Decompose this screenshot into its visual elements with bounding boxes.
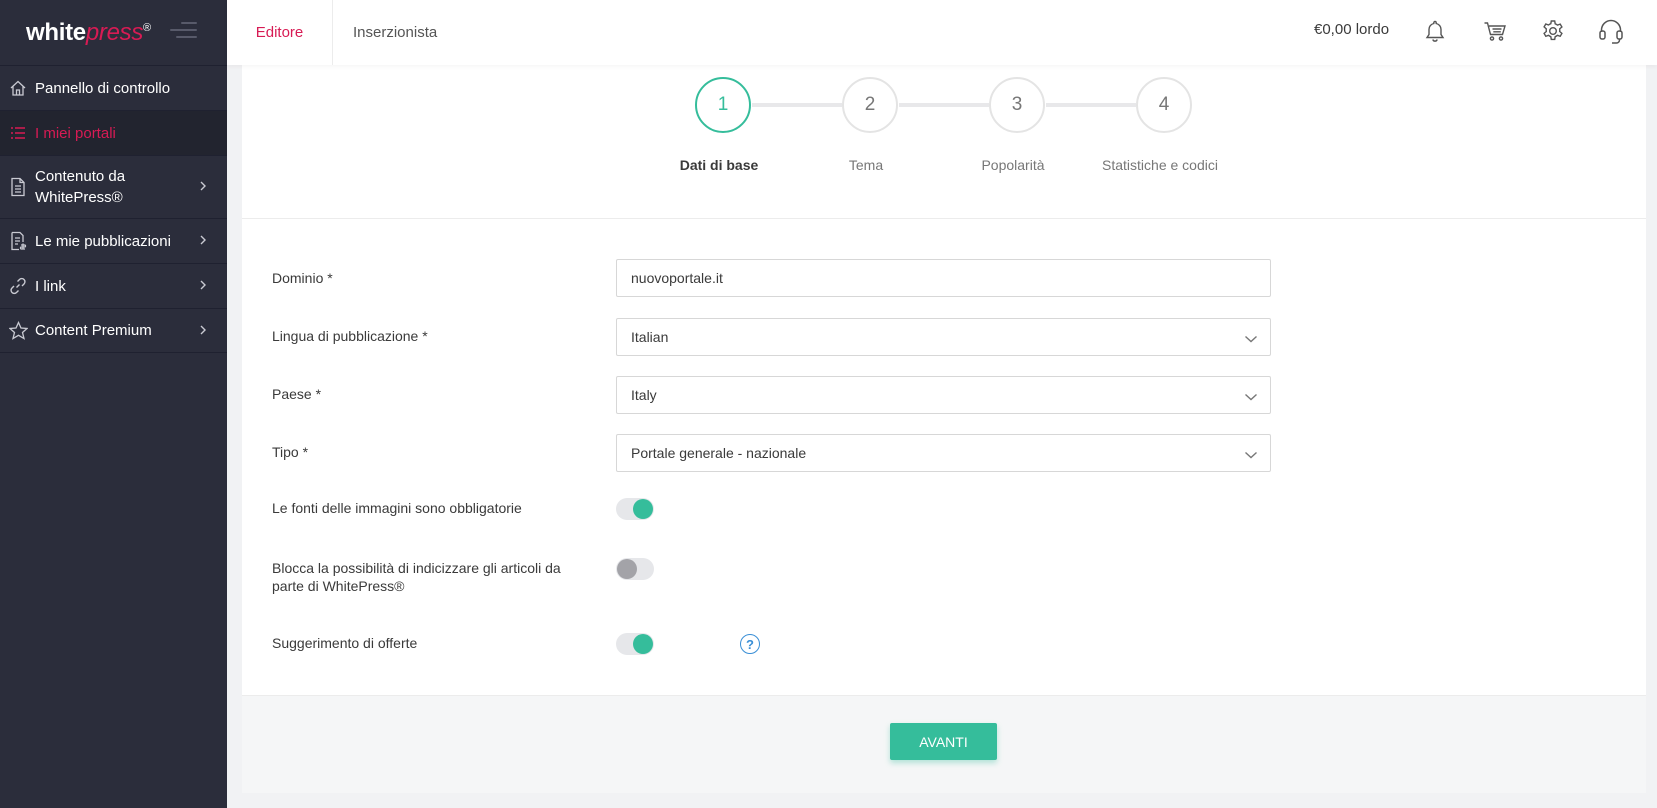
account-balance[interactable]: €0,00 lordo [1314,21,1389,38]
block-indexing-toggle[interactable] [616,558,654,580]
chevron-down-icon [1244,389,1258,405]
type-select[interactable]: Portale generale - nazionale [616,434,1271,472]
sidebar-item-links[interactable]: I link [0,263,227,308]
chevron-right-icon [199,323,213,339]
country-select-value: Italy [631,387,657,403]
step-4-circle[interactable]: 4 [1136,77,1192,133]
domain-label: Dominio * [272,270,333,286]
sidebar: whitepress® Pannello di controllo I miei… [0,0,227,808]
step-3-label: Popolarità [981,157,1045,173]
logo-text-accent: press [85,18,144,46]
sidebar-item-whitepress-content[interactable]: Contenuto da WhitePress® [0,155,227,218]
step-2-circle[interactable]: 2 [842,77,898,133]
language-select[interactable]: Italian [616,318,1271,356]
domain-input[interactable]: nuovoportale.it [616,259,1271,297]
step-1-label: Dati di base [679,157,759,173]
image-sources-label: Le fonti delle immagini sono obbligatori… [272,500,522,516]
tab-editor[interactable]: Editore [227,0,333,65]
sidebar-item-my-portals[interactable]: I miei portali [0,110,227,155]
step-2-label: Tema [848,157,884,173]
chevron-right-icon [199,278,213,294]
offer-suggestion-label: Suggerimento di offerte [272,635,418,651]
step-connector [899,103,989,107]
toggle-knob [617,559,637,579]
language-label: Lingua di pubblicazione * [272,328,428,344]
invoice-icon [8,231,28,251]
headset-icon[interactable] [1596,16,1626,46]
chevron-down-icon [1244,331,1258,347]
sidebar-item-label: Le mie pubblicazioni [35,232,171,250]
logo-text-main: white [26,18,86,46]
bell-icon[interactable] [1420,16,1450,46]
offer-suggestion-toggle[interactable] [616,633,654,655]
cart-icon[interactable] [1480,16,1510,46]
step-4-label: Statistiche e codici [1102,157,1218,173]
step-connector [1046,103,1136,107]
step-3-circle[interactable]: 3 [989,77,1045,133]
document-icon [8,177,28,197]
menu-toggle-icon[interactable] [170,22,197,42]
sidebar-item-label: I link [35,277,66,295]
chevron-right-icon [199,233,213,249]
link-icon [8,276,28,296]
block-indexing-label: Blocca la possibilità di indicizzare gli… [272,560,561,594]
sidebar-item-label: I miei portali [35,124,116,142]
language-select-value: Italian [631,329,669,345]
section-divider [242,218,1646,219]
brand: whitepress® [0,0,227,65]
sidebar-item-content-premium[interactable]: Content Premium [0,308,227,353]
step-connector [752,103,842,107]
toggle-knob [633,634,653,654]
star-icon [8,321,28,341]
sidebar-item-my-publications[interactable]: Le mie pubblicazioni [0,218,227,263]
country-label: Paese * [272,386,322,402]
tab-advertiser[interactable]: Inserzionista [353,0,437,65]
toggle-knob [633,499,653,519]
type-label: Tipo * [272,444,309,460]
sidebar-item-label: Contenuto da WhitePress® [35,168,126,206]
logo-registered-mark: ® [143,21,151,34]
country-select[interactable]: Italy [616,376,1271,414]
home-icon [8,78,28,98]
list-icon [8,123,28,143]
help-icon[interactable]: ? [740,634,760,654]
next-button[interactable]: AVANTI [890,723,997,760]
sidebar-item-dashboard[interactable]: Pannello di controllo [0,65,227,110]
chevron-right-icon [199,179,213,195]
sidebar-item-label: Content Premium [35,322,152,339]
form-footer: AVANTI [242,695,1646,793]
top-bar: Editore Inserzionista €0,00 lordo [227,0,1657,65]
image-sources-toggle[interactable] [616,498,654,520]
step-1-circle[interactable]: 1 [695,77,751,133]
sidebar-item-label: Pannello di controllo [35,79,171,97]
chevron-down-icon [1244,447,1258,463]
whitepress-logo[interactable]: whitepress® [26,19,151,47]
portal-wizard-card: 1 2 3 4 Dati di base Tema Popolarità Sta… [242,65,1646,793]
gear-icon[interactable] [1538,16,1568,46]
type-select-value: Portale generale - nazionale [631,445,807,461]
